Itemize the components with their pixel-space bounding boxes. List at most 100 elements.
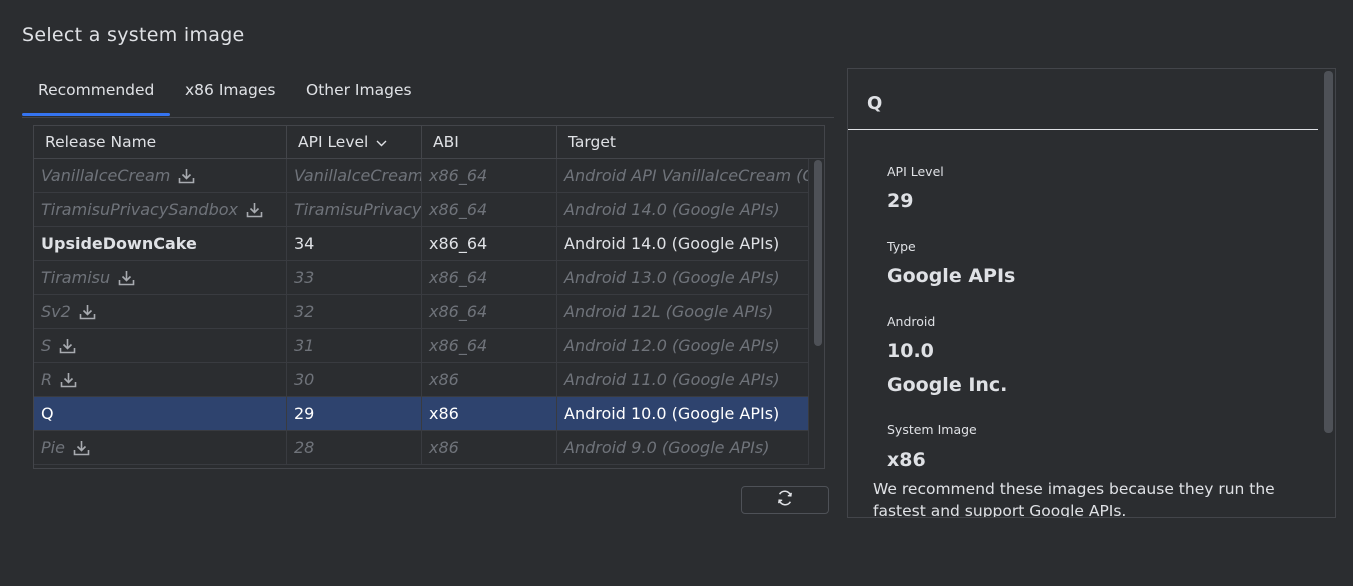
refresh-button[interactable]	[741, 486, 829, 514]
api-level-cell: 30	[287, 363, 422, 396]
detail-scrollbar[interactable]	[1324, 71, 1333, 433]
target-cell-text: Android API VanillaIceCream (Google APIs…	[564, 166, 808, 185]
column-header-label: Target	[568, 133, 616, 151]
page-title: Select a system image	[22, 24, 245, 46]
download-icon[interactable]	[246, 196, 263, 226]
abi-cell-text: x86_64	[429, 234, 488, 253]
table-row[interactable]: TiramisuPrivacySandbox TiramisuPrivacySan…	[34, 193, 809, 227]
abi-cell: x86_64	[422, 329, 557, 362]
abi-cell: x86_64	[422, 295, 557, 328]
system-image-page: Select a system image Recommended x86 Im…	[0, 0, 1353, 586]
api-level-cell: VanillaIceCream	[287, 159, 422, 192]
abi-cell-text: x86_64	[429, 302, 488, 321]
target-cell-text: Android 12.0 (Google APIs)	[564, 336, 780, 355]
api-level-cell: TiramisuPrivacySandbox	[287, 193, 422, 226]
download-icon[interactable]	[59, 332, 76, 362]
release-name-cell: Sv2	[34, 295, 287, 328]
abi-cell-text: x86	[429, 370, 459, 389]
api-level-cell-text: 32	[294, 302, 315, 321]
column-header-api-level[interactable]: API Level	[287, 126, 422, 158]
system-image-value: x86	[887, 449, 926, 471]
download-icon[interactable]	[118, 264, 135, 294]
release-name-cell-text: Q	[41, 404, 54, 423]
release-name-cell-text: Sv2	[41, 302, 71, 321]
release-name-cell-text: S	[41, 336, 52, 355]
download-icon[interactable]	[73, 434, 90, 464]
table-row[interactable]: Sv2 32 x86_64 Android 12L (Google APIs)	[34, 295, 809, 329]
api-level-cell: 32	[287, 295, 422, 328]
detail-title: Q	[867, 93, 883, 114]
target-cell: Android 9.0 (Google APIs)	[557, 431, 809, 464]
api-level-cell-text: VanillaIceCream	[294, 166, 422, 185]
table-row[interactable]: Q 29 x86 Android 10.0 (Google APIs)	[34, 397, 809, 431]
target-cell: Android 12L (Google APIs)	[557, 295, 809, 328]
release-name-cell: S	[34, 329, 287, 362]
tab-x86-images[interactable]: x86 Images	[185, 81, 275, 99]
target-cell-text: Android 14.0 (Google APIs)	[564, 234, 780, 253]
download-icon[interactable]	[178, 162, 195, 192]
target-cell-text: Android 9.0 (Google APIs)	[564, 438, 770, 457]
recommendation-note: We recommend these images because they r…	[873, 480, 1275, 518]
api-level-cell-text: 30	[294, 370, 315, 389]
release-name-cell-text: VanillaIceCream	[41, 166, 171, 185]
abi-cell: x86_64	[422, 159, 557, 192]
tab-other-images[interactable]: Other Images	[306, 81, 412, 99]
api-level-cell: 28	[287, 431, 422, 464]
api-level-cell-text: 29	[294, 404, 315, 423]
api-level-cell-text: 31	[294, 336, 315, 355]
release-name-cell-text: TiramisuPrivacySandbox	[41, 200, 238, 219]
system-image-table: Release Name API Level ABI Target Vanill…	[33, 125, 825, 469]
table-row[interactable]: Tiramisu 33 x86_64 Android 13.0 (Google API…	[34, 261, 809, 295]
target-cell: Android API VanillaIceCream (Google APIs…	[557, 159, 809, 192]
api-level-label: API Level	[887, 164, 944, 179]
abi-cell-text: x86_64	[429, 268, 488, 287]
download-icon[interactable]	[60, 366, 77, 396]
abi-cell: x86	[422, 363, 557, 396]
release-name-cell-text: Tiramisu	[41, 268, 111, 287]
target-cell: Android 14.0 (Google APIs)	[557, 193, 809, 226]
chevron-down-icon	[376, 127, 387, 159]
column-header-target[interactable]: Target	[557, 126, 824, 158]
api-level-cell: 34	[287, 227, 422, 260]
release-name-cell: Tiramisu	[34, 261, 287, 294]
api-level-cell: 31	[287, 329, 422, 362]
target-cell-text: Android 10.0 (Google APIs)	[564, 404, 780, 423]
release-name-cell: TiramisuPrivacySandbox	[34, 193, 287, 226]
release-name-cell: VanillaIceCream	[34, 159, 287, 192]
abi-cell: x86_64	[422, 227, 557, 260]
column-header-label: API Level	[298, 133, 369, 151]
release-name-cell: Pie	[34, 431, 287, 464]
api-level-cell: 33	[287, 261, 422, 294]
api-level-cell-text: 34	[294, 234, 315, 253]
abi-cell: x86	[422, 431, 557, 464]
target-cell: Android 14.0 (Google APIs)	[557, 227, 809, 260]
abi-cell-text: x86_64	[429, 336, 488, 355]
table-row[interactable]: Pie 28 x86 Android 9.0 (Google APIs)	[34, 431, 809, 465]
target-cell: Android 11.0 (Google APIs)	[557, 363, 809, 396]
detail-panel: Q API Level 29 Type Google APIs Android …	[847, 68, 1336, 518]
release-name-cell: R	[34, 363, 287, 396]
abi-cell-text: x86	[429, 438, 459, 457]
release-name-cell-text: UpsideDownCake	[41, 234, 197, 253]
table-scrollbar[interactable]	[814, 160, 822, 346]
detail-separator	[848, 129, 1318, 130]
type-label: Type	[887, 239, 916, 254]
target-cell-text: Android 13.0 (Google APIs)	[564, 268, 780, 287]
table-row[interactable]: UpsideDownCake 34 x86_64 Android 14.0 (Goog…	[34, 227, 809, 261]
abi-cell-text: x86_64	[429, 166, 488, 185]
release-name-cell-text: Pie	[41, 438, 65, 457]
table-row[interactable]: S 31 x86_64 Android 12.0 (Google APIs)	[34, 329, 809, 363]
system-image-label: System Image	[887, 422, 977, 437]
column-header-label: ABI	[433, 133, 459, 151]
column-header-release-name[interactable]: Release Name	[34, 126, 287, 158]
table-header: Release Name API Level ABI Target	[34, 126, 824, 159]
release-name-cell: UpsideDownCake	[34, 227, 287, 260]
android-label: Android	[887, 314, 936, 329]
column-header-abi[interactable]: ABI	[422, 126, 557, 158]
target-cell: Android 12.0 (Google APIs)	[557, 329, 809, 362]
table-row[interactable]: VanillaIceCream VanillaIceCream x86_64 Andr…	[34, 159, 809, 193]
table-row[interactable]: R 30 x86 Android 11.0 (Google APIs)	[34, 363, 809, 397]
target-cell-text: Android 11.0 (Google APIs)	[564, 370, 780, 389]
download-icon[interactable]	[79, 298, 96, 328]
tab-recommended[interactable]: Recommended	[21, 81, 171, 116]
